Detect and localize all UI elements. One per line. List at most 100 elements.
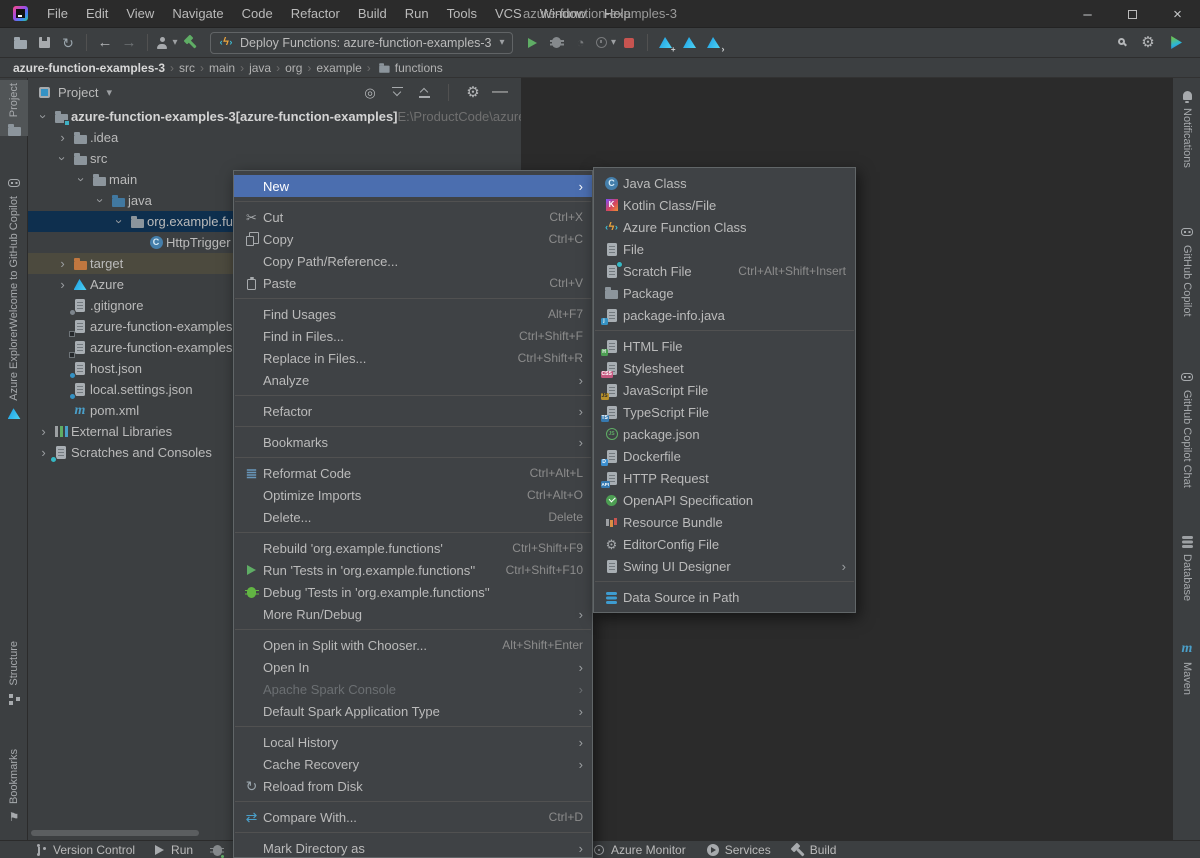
menubar-item-edit[interactable]: Edit [77, 0, 117, 28]
menu-item-more-run-debug[interactable]: More Run/Debug› [234, 603, 592, 625]
back-button[interactable]: ← [93, 31, 117, 55]
maximize-button[interactable] [1110, 0, 1155, 28]
menu-item-swing-ui-designer[interactable]: Swing UI Designer› [594, 555, 855, 577]
menu-item-javascript-file[interactable]: JSJavaScript File [594, 379, 855, 401]
run-button[interactable] [521, 31, 545, 55]
menubar-item-tools[interactable]: Tools [438, 0, 486, 28]
status-bar-item-run[interactable]: Run [152, 843, 193, 857]
menu-item-azure-function-class[interactable]: ‹ϟ›Azure Function Class [594, 216, 855, 238]
status-bar-item-version-control[interactable]: Version Control [34, 843, 135, 857]
status-bar-item-azure-monitor[interactable]: Azure Monitor [592, 843, 686, 857]
menu-item-find-usages[interactable]: Find UsagesAlt+F7 [234, 303, 592, 325]
menu-item-open-in[interactable]: Open In› [234, 656, 592, 678]
menu-item-open-in-split-with-chooser[interactable]: Open in Split with Chooser...Alt+Shift+E… [234, 634, 592, 656]
menu-item-optimize-imports[interactable]: Optimize ImportsCtrl+Alt+O [234, 484, 592, 506]
menu-item-apache-spark-console[interactable]: Apache Spark Console› [234, 678, 592, 700]
chevron-expanded-icon[interactable]: › [93, 193, 108, 208]
chevron-expanded-icon[interactable]: › [36, 109, 51, 124]
menu-item-analyze[interactable]: Analyze› [234, 369, 592, 391]
azure-button[interactable] [678, 31, 702, 55]
tree-row-src[interactable]: ›src [28, 148, 521, 169]
menu-item-openapi-specification[interactable]: OpenAPI Specification [594, 489, 855, 511]
menu-item-file[interactable]: File [594, 238, 855, 260]
status-bar-item-services[interactable]: Services [706, 843, 771, 857]
horizontal-scrollbar[interactable] [31, 830, 199, 836]
menu-item-cut[interactable]: ✂CutCtrl+X [234, 206, 592, 228]
locate-button[interactable]: ◎ [361, 83, 379, 101]
chevron-collapsed-icon[interactable]: › [36, 445, 51, 460]
chevron-expanded-icon[interactable]: › [74, 172, 89, 187]
tool-window-button-github-copilot[interactable]: GitHub Copilot [1173, 221, 1200, 337]
plugin-button[interactable] [1164, 31, 1188, 55]
search-button[interactable] [1108, 31, 1132, 55]
chevron-expanded-icon[interactable]: › [55, 151, 70, 166]
user-button[interactable]: ▾ [154, 31, 178, 55]
menubar-item-navigate[interactable]: Navigate [163, 0, 232, 28]
menubar-item-refactor[interactable]: Refactor [282, 0, 349, 28]
breadcrumb-item-org[interactable]: org [282, 61, 305, 75]
stop-button[interactable] [617, 31, 641, 55]
menu-item-stylesheet[interactable]: CSSStylesheet [594, 357, 855, 379]
profiler-button[interactable]: ▾ [593, 31, 617, 55]
menu-item-replace-in-files[interactable]: Replace in Files...Ctrl+Shift+R [234, 347, 592, 369]
tool-window-button-welcome-to-github-copilot[interactable]: Welcome to GitHub Copilot [0, 172, 28, 317]
menu-item-rebuild-org-example-functions[interactable]: Rebuild 'org.example.functions'Ctrl+Shif… [234, 537, 592, 559]
menu-item-java-class[interactable]: CJava Class [594, 172, 855, 194]
menubar-item-vcs[interactable]: VCS [486, 0, 531, 28]
status-bar-item-debug-status-icon[interactable] [210, 843, 224, 857]
sync-button[interactable]: ↻ [56, 31, 80, 55]
menu-item-copy[interactable]: CopyCtrl+C [234, 228, 592, 250]
menu-item-compare-with[interactable]: ⇄Compare With...Ctrl+D [234, 806, 592, 828]
menu-item-cache-recovery[interactable]: Cache Recovery› [234, 753, 592, 775]
coverage-button[interactable]: ◔ [569, 31, 593, 55]
menu-item-resource-bundle[interactable]: Resource Bundle [594, 511, 855, 533]
menu-item-reload-from-disk[interactable]: ↻Reload from Disk [234, 775, 592, 797]
chevron-collapsed-icon[interactable]: › [55, 277, 70, 292]
forward-button[interactable]: → [117, 31, 141, 55]
menu-item-paste[interactable]: PasteCtrl+V [234, 272, 592, 294]
azure-deploy-button[interactable]: + [654, 31, 678, 55]
menu-item-package-info-java[interactable]: jpackage-info.java [594, 304, 855, 326]
chevron-collapsed-icon[interactable]: › [36, 424, 51, 439]
settings-button[interactable]: ⚙ [1136, 31, 1160, 55]
minimize-button[interactable]: – [1065, 0, 1110, 28]
menu-item-scratch-file[interactable]: Scratch FileCtrl+Alt+Shift+Insert [594, 260, 855, 282]
menu-item-new[interactable]: New› [234, 175, 592, 197]
chevron-expanded-icon[interactable]: › [112, 214, 127, 229]
menu-item-delete[interactable]: Delete...Delete [234, 506, 592, 528]
menu-item-dockerfile[interactable]: DDockerfile [594, 445, 855, 467]
tool-window-button-github-copilot-chat[interactable]: GitHub Copilot Chat [1173, 366, 1200, 522]
chevron-collapsed-icon[interactable]: › [55, 130, 70, 145]
save-button[interactable] [32, 31, 56, 55]
tool-window-button-database[interactable]: Database [1173, 530, 1200, 622]
tool-window-button-notifications[interactable]: Notifications [1173, 84, 1200, 188]
menu-item-run-tests-in-org-example-functions[interactable]: Run 'Tests in 'org.example.functions''Ct… [234, 559, 592, 581]
menu-item-find-in-files[interactable]: Find in Files...Ctrl+Shift+F [234, 325, 592, 347]
chevron-collapsed-icon[interactable]: › [55, 256, 70, 271]
menubar-item-window[interactable]: Window [531, 0, 595, 28]
azure-arrow-button[interactable]: › [702, 31, 726, 55]
breadcrumb-item-azure-function-examples-3[interactable]: azure-function-examples-3 [10, 61, 168, 75]
open-button[interactable] [8, 31, 32, 55]
tree-row-azure-function-examples-3[interactable]: ›azure-function-examples-3 [azure-functi… [28, 106, 521, 127]
breadcrumb-item-main[interactable]: main [206, 61, 238, 75]
tool-window-button-project[interactable]: Project [0, 80, 28, 136]
menu-item-http-request[interactable]: APIHTTP Request [594, 467, 855, 489]
close-button[interactable]: × [1155, 0, 1200, 28]
settings-button[interactable]: ⚙ [464, 83, 482, 101]
menubar-item-help[interactable]: Help [595, 0, 640, 28]
hide-button[interactable]: — [491, 83, 509, 101]
breadcrumb-item-example[interactable]: example [313, 61, 364, 75]
menu-item-html-file[interactable]: HHTML File [594, 335, 855, 357]
tool-window-button-structure[interactable]: Structure [0, 638, 28, 718]
breadcrumb-item-functions[interactable]: functions [373, 60, 446, 76]
run-configuration-select[interactable]: ‹ϟ›Deploy Functions: azure-function-exam… [210, 32, 513, 54]
collapse-all-button[interactable] [415, 83, 433, 101]
menu-item-default-spark-application-type[interactable]: Default Spark Application Type› [234, 700, 592, 722]
menu-item-typescript-file[interactable]: TSTypeScript File [594, 401, 855, 423]
menu-item-editorconfig-file[interactable]: ⚙EditorConfig File [594, 533, 855, 555]
menubar-item-code[interactable]: Code [233, 0, 282, 28]
menubar-item-build[interactable]: Build [349, 0, 396, 28]
menu-item-package-json[interactable]: JSpackage.json [594, 423, 855, 445]
menu-item-local-history[interactable]: Local History› [234, 731, 592, 753]
